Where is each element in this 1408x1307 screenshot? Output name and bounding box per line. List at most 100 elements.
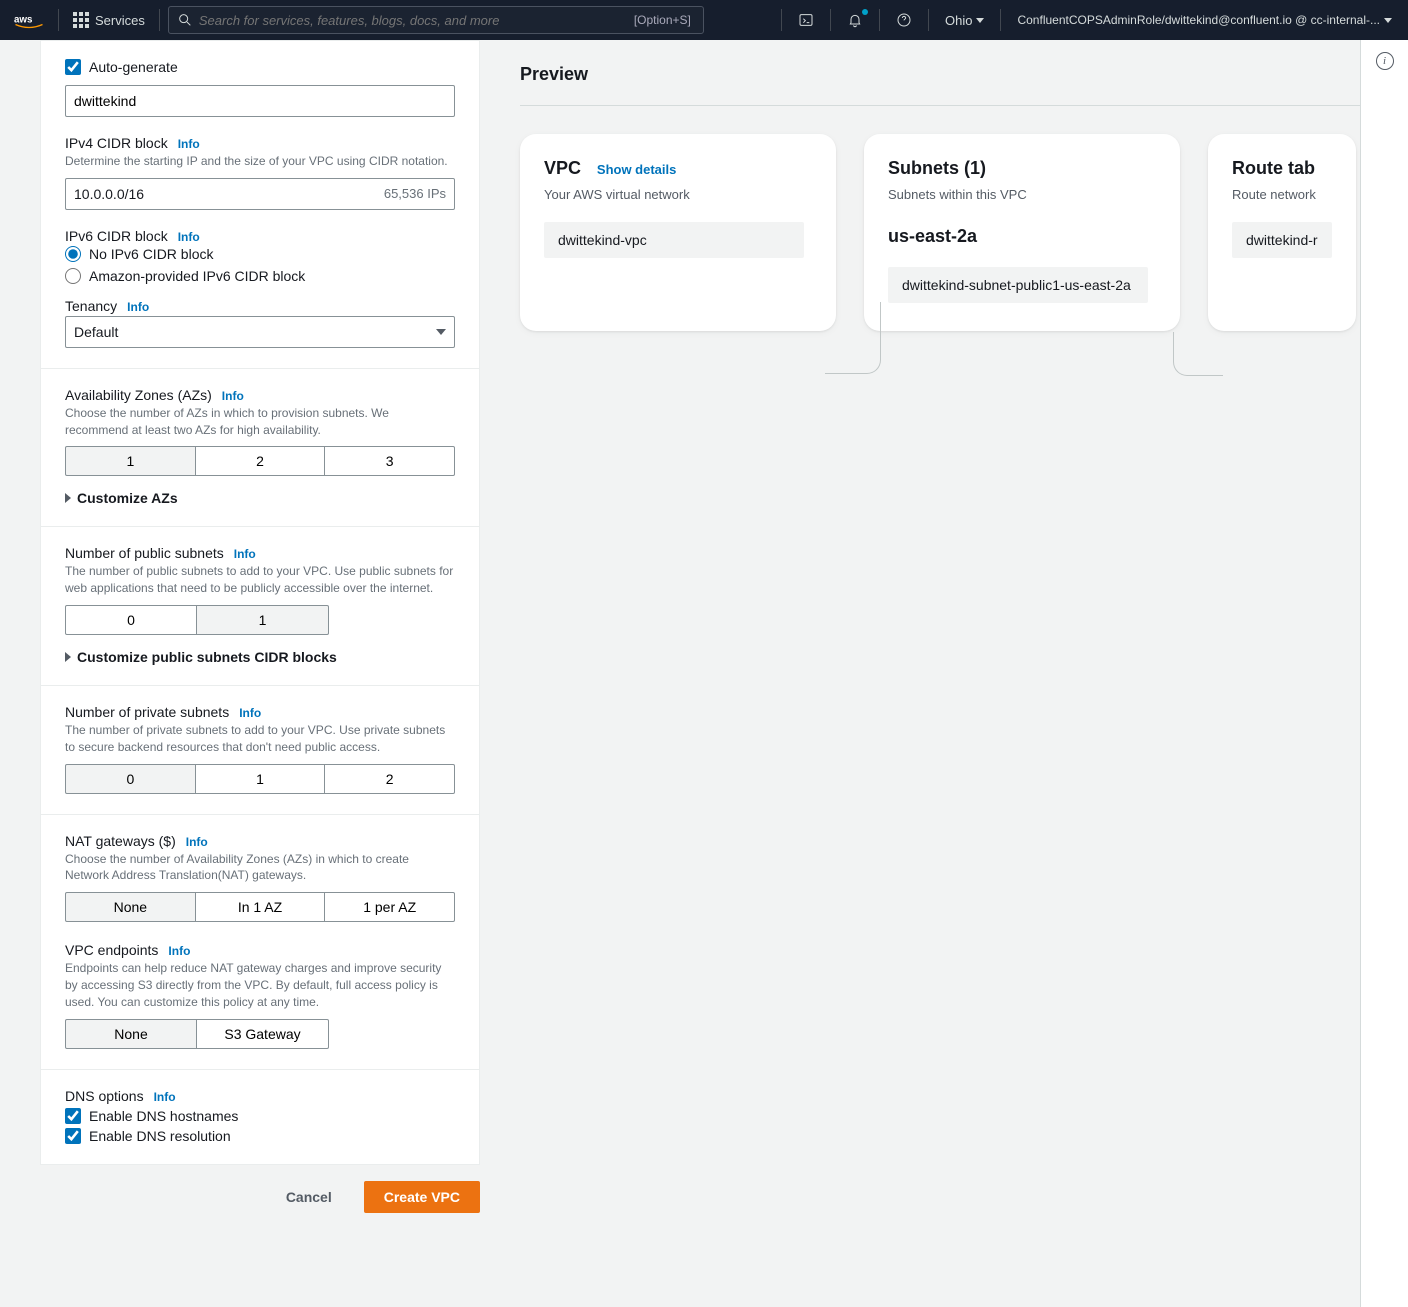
nat-help: Choose the number of Availability Zones … <box>65 851 455 885</box>
aws-logo[interactable]: aws <box>0 11 58 29</box>
ipv6-none-radio[interactable]: No IPv6 CIDR block <box>65 246 455 262</box>
public-subnets-option-0[interactable]: 0 <box>65 605 197 635</box>
account-menu[interactable]: ConfluentCOPSAdminRole/dwittekind@conflu… <box>1001 13 1408 27</box>
tenancy-select[interactable]: Default <box>65 316 455 348</box>
caret-right-icon <box>65 652 71 662</box>
search-input[interactable] <box>193 13 630 28</box>
name-tag-input[interactable] <box>65 85 455 117</box>
info-icon[interactable]: i <box>1376 52 1394 70</box>
ipv6-amazon-input[interactable] <box>65 268 81 284</box>
ipv4-info-link[interactable]: Info <box>178 137 200 151</box>
chevron-down-icon <box>436 329 446 335</box>
grid-icon <box>73 12 89 28</box>
search-kbd-hint: [Option+S] <box>630 13 695 27</box>
customize-azs-label: Customize AZs <box>77 490 178 506</box>
customize-public-cidr-label: Customize public subnets CIDR blocks <box>77 649 337 665</box>
ipv4-cidr-input[interactable]: 10.0.0.0/16 65,536 IPs <box>65 178 455 210</box>
chevron-down-icon <box>1384 18 1392 23</box>
account-label: ConfluentCOPSAdminRole/dwittekind@conflu… <box>1017 13 1380 27</box>
chevron-down-icon <box>976 18 984 23</box>
nat-info-link[interactable]: Info <box>186 835 208 849</box>
private-subnets-option-0[interactable]: 0 <box>65 764 196 794</box>
connector-line <box>1173 332 1223 376</box>
region-selector[interactable]: Ohio <box>929 13 1000 28</box>
vpc-card-subtitle: Your AWS virtual network <box>544 187 812 202</box>
vpc-resource-pill[interactable]: dwittekind-vpc <box>544 222 804 258</box>
svg-text:aws: aws <box>14 14 33 25</box>
services-menu[interactable]: Services <box>59 12 159 28</box>
auto-generate-input[interactable] <box>65 59 81 75</box>
info-rail: i <box>1360 40 1408 1307</box>
tenancy-value: Default <box>74 324 118 340</box>
ipv6-none-input[interactable] <box>65 246 81 262</box>
help-button[interactable] <box>880 0 928 40</box>
vpce-option-s3[interactable]: S3 Gateway <box>197 1019 329 1049</box>
ipv6-none-label: No IPv6 CIDR block <box>89 246 213 262</box>
ipv6-info-link[interactable]: Info <box>178 230 200 244</box>
vpce-label: VPC endpoints <box>65 942 158 958</box>
vpce-option-none[interactable]: None <box>65 1019 197 1049</box>
auto-generate-checkbox[interactable]: Auto-generate <box>65 59 455 75</box>
ipv4-label: IPv4 CIDR block <box>65 135 168 151</box>
subnets-card-title: Subnets (1) <box>888 158 986 178</box>
ipv4-value: 10.0.0.0/16 <box>74 186 144 202</box>
public-subnets-info-link[interactable]: Info <box>234 547 256 561</box>
dns-hostnames-label: Enable DNS hostnames <box>89 1108 238 1124</box>
cancel-button[interactable]: Cancel <box>266 1181 352 1213</box>
az-info-link[interactable]: Info <box>222 389 244 403</box>
form-pane: Auto-generate IPv4 CIDR block Info Deter… <box>0 40 480 1307</box>
az-option-1[interactable]: 1 <box>65 446 196 476</box>
route-tables-title: Route tab <box>1232 158 1315 178</box>
ipv6-label: IPv6 CIDR block <box>65 228 168 244</box>
vpce-help: Endpoints can help reduce NAT gateway ch… <box>65 960 455 1010</box>
route-table-pill[interactable]: dwittekind-r <box>1232 222 1332 258</box>
vpce-info-link[interactable]: Info <box>168 944 190 958</box>
customize-public-cidr-toggle[interactable]: Customize public subnets CIDR blocks <box>65 649 455 665</box>
public-subnets-option-1[interactable]: 1 <box>197 605 329 635</box>
nat-option-none[interactable]: None <box>65 892 196 922</box>
dns-resolution-label: Enable DNS resolution <box>89 1128 231 1144</box>
dns-resolution-checkbox[interactable]: Enable DNS resolution <box>65 1128 455 1144</box>
cloudshell-button[interactable] <box>782 0 830 40</box>
az-segment: 1 2 3 <box>65 446 455 476</box>
ipv6-amazon-radio[interactable]: Amazon-provided IPv6 CIDR block <box>65 268 455 284</box>
tenancy-info-link[interactable]: Info <box>127 300 149 314</box>
nat-option-peraz[interactable]: 1 per AZ <box>325 892 455 922</box>
dns-resolution-input[interactable] <box>65 1128 81 1144</box>
preview-divider <box>520 105 1360 106</box>
customize-azs-toggle[interactable]: Customize AZs <box>65 490 455 506</box>
public-subnets-segment: 0 1 <box>65 605 455 635</box>
cloudshell-icon <box>798 12 814 28</box>
private-subnets-label: Number of private subnets <box>65 704 229 720</box>
private-subnets-option-2[interactable]: 2 <box>325 764 455 794</box>
nat-option-1az[interactable]: In 1 AZ <box>196 892 326 922</box>
ipv4-count: 65,536 IPs <box>384 186 446 201</box>
show-details-link[interactable]: Show details <box>597 162 676 177</box>
private-subnets-option-1[interactable]: 1 <box>196 764 326 794</box>
vpce-segment: None S3 Gateway <box>65 1019 455 1049</box>
dns-label: DNS options <box>65 1088 144 1104</box>
az-option-2[interactable]: 2 <box>196 446 326 476</box>
global-search[interactable]: [Option+S] <box>168 6 704 34</box>
subnets-card-subtitle: Subnets within this VPC <box>888 187 1156 202</box>
az-option-3[interactable]: 3 <box>325 446 455 476</box>
auto-generate-label: Auto-generate <box>89 59 178 75</box>
nat-label: NAT gateways ($) <box>65 833 176 849</box>
create-vpc-button[interactable]: Create VPC <box>364 1181 480 1213</box>
dns-info-link[interactable]: Info <box>154 1090 176 1104</box>
subnet-resource-pill[interactable]: dwittekind-subnet-public1-us-east-2a <box>888 267 1148 303</box>
ipv4-help: Determine the starting IP and the size o… <box>65 153 455 170</box>
subnets-az-label: us-east-2a <box>888 226 1156 247</box>
dns-hostnames-input[interactable] <box>65 1108 81 1124</box>
private-subnets-help: The number of private subnets to add to … <box>65 722 455 756</box>
bell-icon <box>847 12 863 28</box>
notifications-button[interactable] <box>831 0 879 40</box>
nat-segment: None In 1 AZ 1 per AZ <box>65 892 455 922</box>
private-subnets-info-link[interactable]: Info <box>239 706 261 720</box>
region-label: Ohio <box>945 13 972 28</box>
dns-hostnames-checkbox[interactable]: Enable DNS hostnames <box>65 1108 455 1124</box>
subnets-card: Subnets (1) Subnets within this VPC us-e… <box>864 134 1180 331</box>
public-subnets-label: Number of public subnets <box>65 545 224 561</box>
public-subnets-help: The number of public subnets to add to y… <box>65 563 455 597</box>
connector-line <box>825 302 881 374</box>
